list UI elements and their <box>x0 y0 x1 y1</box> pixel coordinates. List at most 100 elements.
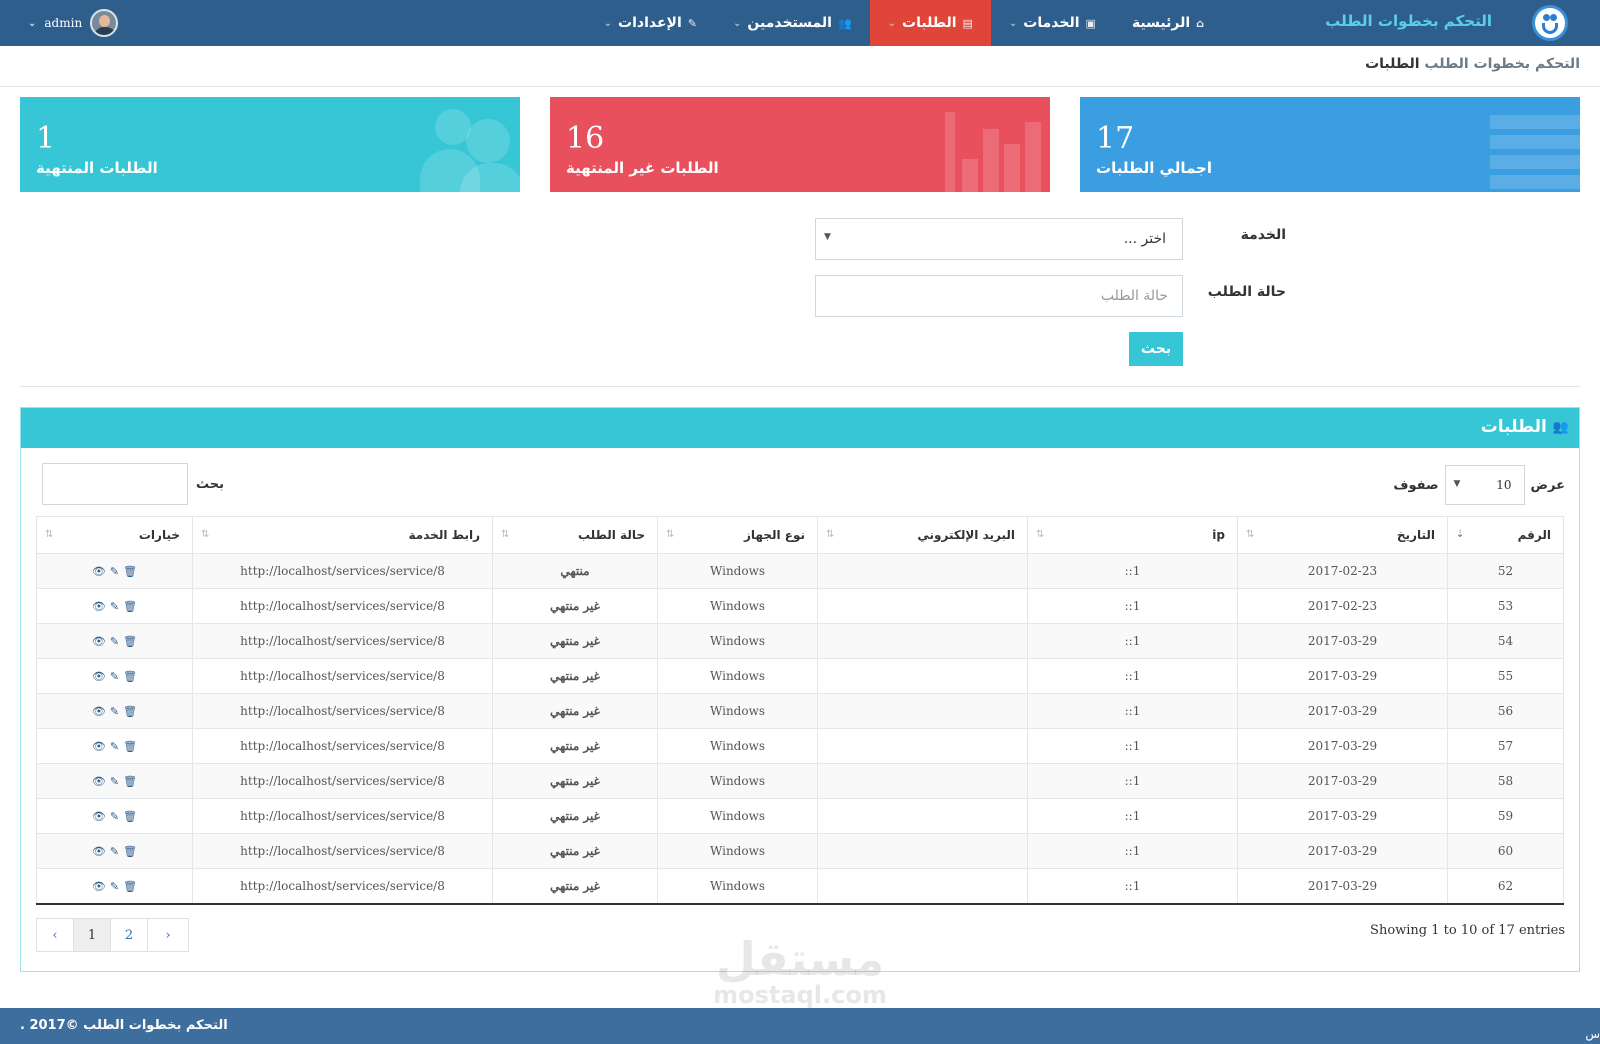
sort-icon: ⇅ <box>45 529 54 540</box>
eye-icon[interactable]: 👁 <box>92 880 106 893</box>
cell-link[interactable]: http://localhost/services/service/8 <box>192 728 493 764</box>
edit-icon[interactable]: ✎ <box>110 740 119 753</box>
stat-value: 16 <box>566 121 605 156</box>
eye-icon[interactable]: 👁 <box>92 635 106 648</box>
eye-icon[interactable]: 👁 <box>92 565 106 578</box>
users-icon: 👥 <box>837 16 852 30</box>
col-header-device[interactable]: نوع الجهاز ⇅ <box>657 516 818 554</box>
cell-date: 2017-03-29 <box>1237 763 1448 799</box>
cell-link[interactable]: http://localhost/services/service/8 <box>192 658 493 694</box>
edit-icon[interactable]: ✎ <box>110 565 119 578</box>
pagination: ‹ 1 2 › <box>36 918 189 952</box>
col-header-ip[interactable]: ip ⇅ <box>1027 516 1238 554</box>
edit-icon[interactable]: ✎ <box>110 845 119 858</box>
cell-device: Windows <box>657 658 818 694</box>
trash-icon[interactable]: 🗑 <box>123 670 137 683</box>
breadcrumb: التحكم بخطوات الطلب الطلبات <box>1365 56 1580 72</box>
eye-icon[interactable]: 👁 <box>92 775 106 788</box>
cell-link[interactable]: http://localhost/services/service/8 <box>192 833 493 869</box>
prev-page-button[interactable]: ‹ <box>37 919 74 951</box>
cell-device: Windows <box>657 588 818 624</box>
nav-item-settings[interactable]: ✎ الإعدادات ⌄ <box>586 0 715 46</box>
stat-label: اجمالي الطلبات <box>1096 159 1213 177</box>
home-icon: ⌂ <box>1196 16 1204 30</box>
brand-title[interactable]: التحكم بخطوات الطلب <box>1325 12 1492 30</box>
footer: التحكم بخطوات الطلب ©2017 . س <box>0 1008 1600 1044</box>
edit-icon[interactable]: ✎ <box>110 600 119 613</box>
page-button[interactable]: 1 <box>74 919 111 951</box>
col-header-id[interactable]: الرقم ⇣ <box>1447 516 1564 554</box>
page-button[interactable]: 2 <box>111 919 148 951</box>
col-header-status[interactable]: حالة الطلب ⇅ <box>492 516 658 554</box>
trash-icon[interactable]: 🗑 <box>123 705 137 718</box>
service-select[interactable]: اختر ... ▼ <box>815 218 1183 260</box>
edit-icon[interactable]: ✎ <box>110 635 119 648</box>
nav-item-users[interactable]: 👥 المستخدمين ⌄ <box>715 0 870 46</box>
eye-icon[interactable]: 👁 <box>92 845 106 858</box>
cell-link[interactable]: http://localhost/services/service/8 <box>192 868 493 905</box>
eye-icon[interactable]: 👁 <box>92 670 106 683</box>
eye-icon[interactable]: 👁 <box>92 600 106 613</box>
eye-icon[interactable]: 👁 <box>92 740 106 753</box>
footer-copyright: التحكم بخطوات الطلب ©2017 . <box>20 1018 228 1033</box>
brand-logo-icon[interactable] <box>1532 5 1568 41</box>
col-header-date[interactable]: التاريخ ⇅ <box>1237 516 1448 554</box>
table-search-input[interactable] <box>42 463 188 505</box>
edit-icon[interactable]: ✎ <box>110 880 119 893</box>
cell-link[interactable]: http://localhost/services/service/8 <box>192 763 493 799</box>
list-icon-bar <box>1490 155 1580 169</box>
eye-icon[interactable]: 👁 <box>92 705 106 718</box>
cell-status: غير منتهي <box>492 658 658 694</box>
cell-email <box>817 868 1028 905</box>
cell-link[interactable]: http://localhost/services/service/8 <box>192 553 493 589</box>
next-page-button[interactable]: › <box>148 919 188 951</box>
edit-icon[interactable]: ✎ <box>110 775 119 788</box>
stat-card-total: 17 اجمالي الطلبات <box>1080 97 1580 192</box>
service-label: الخدمة <box>1240 227 1286 243</box>
cell-id: 60 <box>1447 833 1564 869</box>
cell-id: 55 <box>1447 658 1564 694</box>
col-header-link[interactable]: رابط الخدمة ⇅ <box>192 516 493 554</box>
cell-id: 52 <box>1447 553 1564 589</box>
trash-icon[interactable]: 🗑 <box>123 880 137 893</box>
page-length-select[interactable]: 10 ▼ <box>1444 465 1525 505</box>
trash-icon[interactable]: 🗑 <box>123 845 137 858</box>
cell-id: 57 <box>1447 728 1564 764</box>
cell-status: غير منتهي <box>492 833 658 869</box>
table-row: 56 2017-03-29::1 Windows غير منتهي http://lo… <box>36 693 1564 729</box>
chevron-down-icon: ⌄ <box>733 17 742 29</box>
cell-link[interactable]: http://localhost/services/service/8 <box>192 588 493 624</box>
cell-ip: ::1 <box>1027 658 1238 694</box>
user-menu[interactable]: ⌄ admin <box>28 9 119 37</box>
table-row: 52 2017-02-23::1 Windows منتهي http://localh… <box>36 553 1564 589</box>
trash-icon[interactable]: 🗑 <box>123 740 137 753</box>
cell-link[interactable]: http://localhost/services/service/8 <box>192 798 493 834</box>
col-header-label: ip <box>1212 528 1225 542</box>
edit-icon[interactable]: ✎ <box>110 670 119 683</box>
watermark-logo: مستقل mostaql.com <box>700 935 900 1007</box>
nav-item-requests[interactable]: ▤ الطلبات ⌄ <box>869 0 991 46</box>
edit-icon[interactable]: ✎ <box>110 810 119 823</box>
trash-icon[interactable]: 🗑 <box>123 600 137 613</box>
search-button[interactable]: بحث <box>1129 332 1183 366</box>
cell-options: 🗑 ✎ 👁 <box>36 763 193 799</box>
cell-link[interactable]: http://localhost/services/service/8 <box>192 693 493 729</box>
col-header-email[interactable]: البريد الإلكتروني ⇅ <box>817 516 1028 554</box>
breadcrumb-parent[interactable]: التحكم بخطوات الطلب <box>1424 56 1580 72</box>
eye-icon[interactable]: 👁 <box>92 810 106 823</box>
sort-icon: ⇅ <box>1246 529 1255 540</box>
table-row: 57 2017-03-29::1 Windows غير منتهي http://lo… <box>36 728 1564 764</box>
list-icon-bar <box>1490 175 1580 189</box>
footer-fragment: س <box>1585 1027 1600 1041</box>
trash-icon[interactable]: 🗑 <box>123 565 137 578</box>
nav-item-services[interactable]: ▣ الخدمات ⌄ <box>991 0 1114 46</box>
status-input[interactable] <box>815 275 1183 317</box>
nav-item-home[interactable]: ⌂ الرئيسية <box>1114 0 1222 46</box>
cell-link[interactable]: http://localhost/services/service/8 <box>192 623 493 659</box>
col-header-options[interactable]: خيارات ⇅ <box>36 516 193 554</box>
trash-icon[interactable]: 🗑 <box>123 635 137 648</box>
stat-card-unfinished: 16 الطلبات غير المنتهية <box>550 97 1050 192</box>
trash-icon[interactable]: 🗑 <box>123 775 137 788</box>
edit-icon[interactable]: ✎ <box>110 705 119 718</box>
trash-icon[interactable]: 🗑 <box>123 810 137 823</box>
